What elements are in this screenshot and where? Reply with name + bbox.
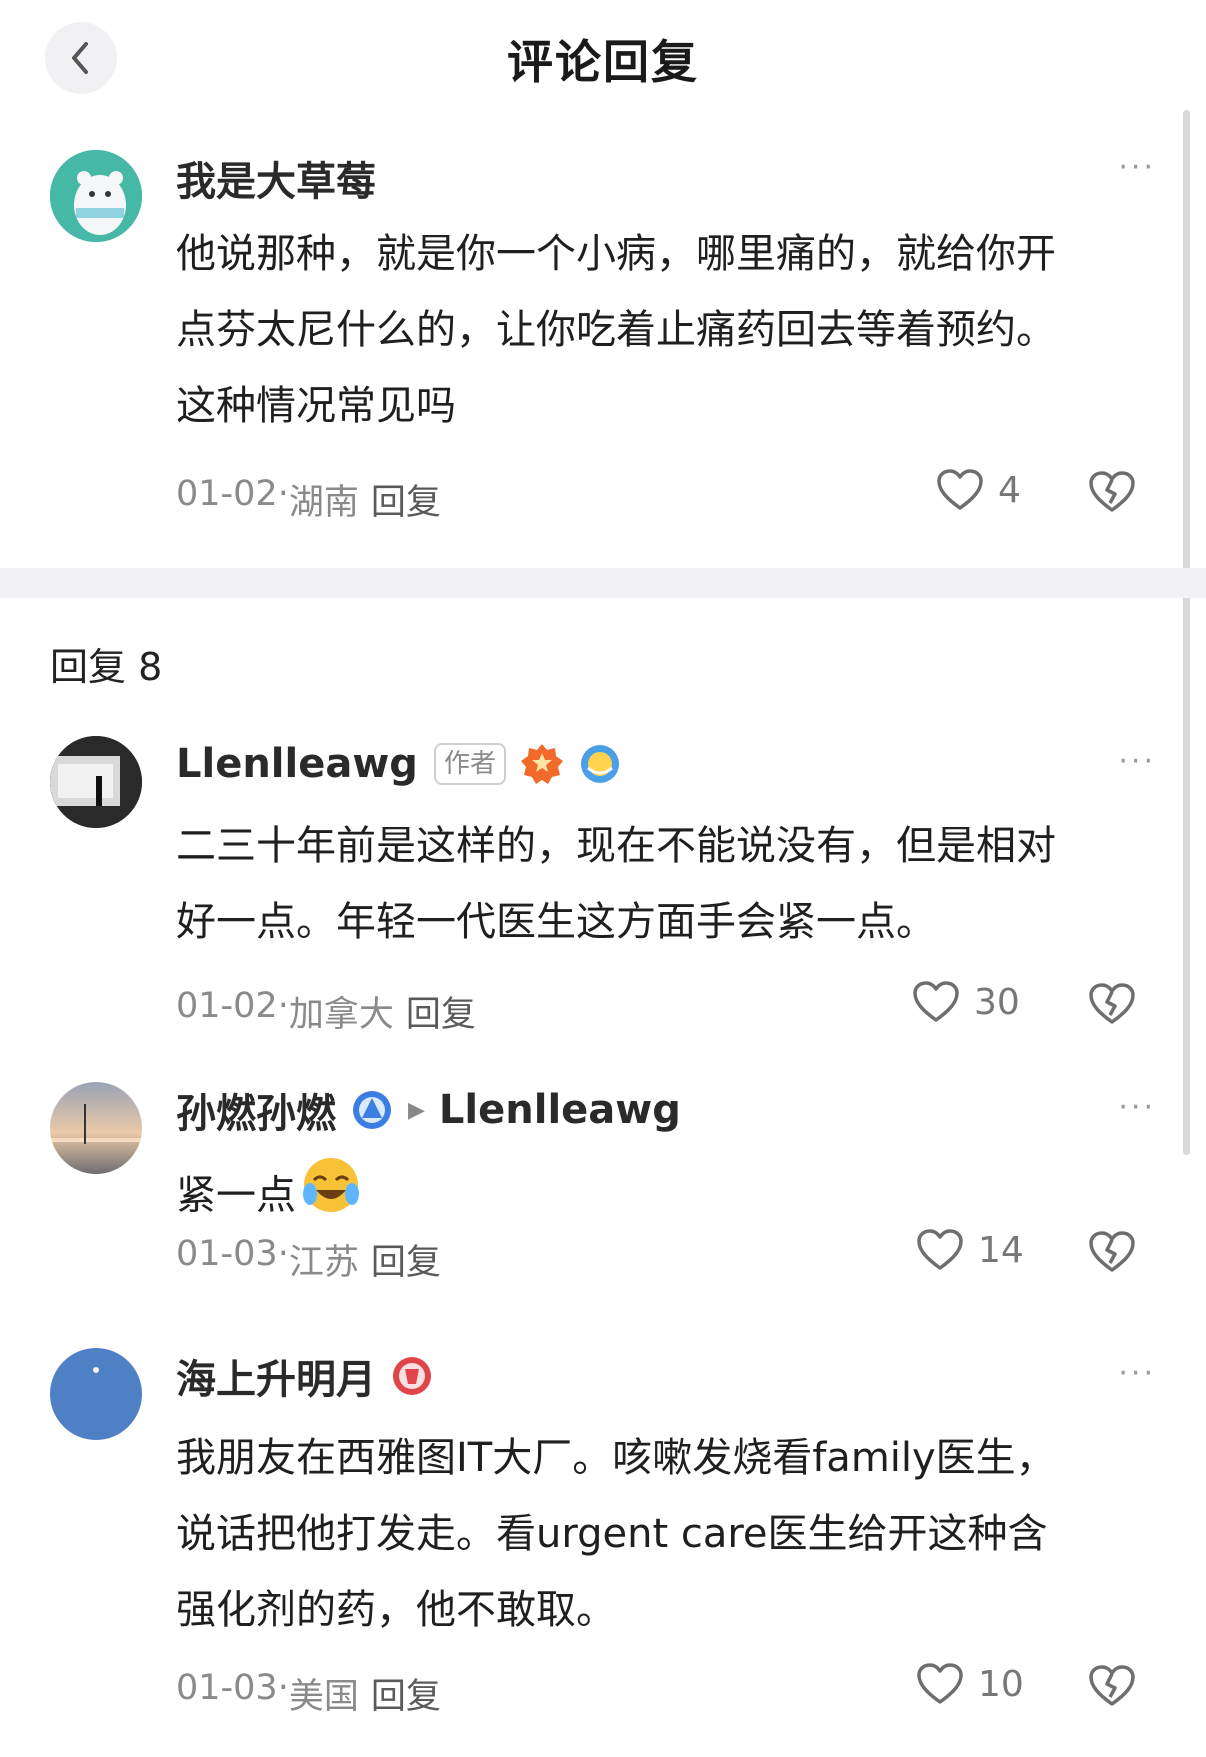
- reply-button[interactable]: 回复: [371, 474, 441, 525]
- reply-button[interactable]: 回复: [371, 1234, 441, 1285]
- dislike-button[interactable]: [1088, 1664, 1136, 1712]
- heart-icon: [917, 1663, 963, 1704]
- like-button[interactable]: 30: [912, 980, 1020, 1024]
- comment-line: 他说那种，就是你一个小病，哪里痛的，就给你开: [176, 231, 1056, 277]
- avatar[interactable]: [50, 736, 142, 828]
- reply-button[interactable]: 回复: [406, 986, 476, 1037]
- broken-heart-icon: [1089, 983, 1135, 1024]
- heart-icon: [937, 469, 983, 510]
- avatar[interactable]: [50, 1348, 142, 1440]
- name-row: Llenlleawg 作者: [176, 736, 622, 792]
- like-count: 30: [974, 981, 1020, 1023]
- photo-avatar-icon: [50, 736, 142, 828]
- heart-icon: [917, 1229, 963, 1270]
- name-row: 孙燃孙燃 ▶ Llenlleawg: [176, 1082, 681, 1138]
- comment-line: 我朋友在西雅图IT大厂。咳嗽发烧看family医生，: [176, 1435, 1056, 1481]
- comment-line: 说话把他打发走。看urgent care医生给开这种含: [176, 1511, 1048, 1557]
- author-tag: 作者: [433, 743, 506, 785]
- broken-heart-icon: [1089, 1665, 1135, 1706]
- red-badge-icon: [390, 1354, 434, 1398]
- more-options-icon[interactable]: ···: [1118, 1090, 1156, 1125]
- broken-heart-icon: [1089, 471, 1135, 512]
- username[interactable]: 海上升明月: [176, 1347, 376, 1405]
- moon-sky-avatar-icon: [50, 1348, 142, 1440]
- comment-line: 这种情况常见吗: [176, 383, 456, 429]
- like-button[interactable]: 14: [916, 1228, 1024, 1272]
- more-options-icon[interactable]: ···: [1118, 150, 1156, 185]
- avatar[interactable]: [50, 1082, 142, 1174]
- like-button[interactable]: 4: [936, 468, 1021, 512]
- star-badge-icon: [520, 742, 564, 786]
- dislike-button[interactable]: [1088, 470, 1136, 518]
- dislike-button[interactable]: [1088, 1230, 1136, 1278]
- comment-line: 二三十年前是这样的，现在不能说没有，但是相对: [176, 823, 1056, 869]
- more-options-icon[interactable]: ···: [1118, 744, 1156, 779]
- comment-date: 01-03: [176, 1668, 278, 1708]
- comment-location: 湖南: [288, 483, 359, 523]
- username[interactable]: Llenlleawg: [176, 741, 418, 787]
- comment-line: 好一点。年轻一代医生这方面手会紧一点。: [176, 899, 936, 945]
- dislike-button[interactable]: [1088, 982, 1136, 1030]
- scrollbar[interactable]: [1183, 110, 1190, 1155]
- comment-location: 江苏: [288, 1243, 359, 1283]
- like-count: 4: [998, 469, 1021, 511]
- page-title: 评论回复: [507, 35, 699, 89]
- meta-separator: ·: [277, 1234, 289, 1274]
- comment-line: 强化剂的药，他不敢取。: [176, 1587, 616, 1633]
- more-options-icon[interactable]: ···: [1118, 1356, 1156, 1391]
- comment-meta: 01-03 · 江苏 回复: [176, 1234, 441, 1285]
- comment-date: 01-02: [176, 986, 278, 1026]
- comment-line: 紧一点: [176, 1172, 296, 1219]
- meta-separator: ·: [277, 1668, 289, 1708]
- name-row: 我是大草莓: [176, 150, 376, 206]
- section-divider: [0, 568, 1206, 598]
- polar-bear-avatar-icon: [50, 150, 142, 242]
- comment-text: 我朋友在西雅图IT大厂。咳嗽发烧看family医生， 说话把他打发走。看urge…: [176, 1420, 1161, 1648]
- reply-to-username[interactable]: Llenlleawg: [439, 1087, 681, 1133]
- level-badge-icon: [578, 742, 622, 786]
- comment-location: 加拿大: [288, 995, 394, 1035]
- like-button[interactable]: 10: [916, 1662, 1024, 1706]
- comment-line: 点芬太尼什么的，让你吃着止痛药回去等着预约。: [176, 307, 1056, 353]
- username[interactable]: 我是大草莓: [176, 149, 376, 207]
- comment-text: 二三十年前是这样的，现在不能说没有，但是相对 好一点。年轻一代医生这方面手会紧一…: [176, 808, 1161, 960]
- comment-date: 01-02: [176, 474, 278, 514]
- level-badge-icon: [350, 1088, 394, 1132]
- meta-separator: ·: [277, 986, 289, 1026]
- reply-arrow-icon: ▶: [408, 1097, 425, 1123]
- username[interactable]: 孙燃孙燃: [176, 1081, 336, 1139]
- meta-separator: ·: [277, 474, 289, 514]
- comment-location: 美国: [288, 1677, 359, 1717]
- sunset-avatar-icon: [50, 1082, 142, 1174]
- broken-heart-icon: [1089, 1231, 1135, 1272]
- laughing-crying-emoji-icon: [300, 1154, 362, 1241]
- heart-icon: [913, 981, 959, 1022]
- comment-meta: 01-02 · 湖南 回复: [176, 474, 441, 525]
- avatar[interactable]: [50, 150, 142, 242]
- header: 评论回复: [0, 0, 1206, 110]
- comment-date: 01-03: [176, 1234, 278, 1274]
- comment-text: 他说那种，就是你一个小病，哪里痛的，就给你开 点芬太尼什么的，让你吃着止痛药回去…: [176, 216, 1161, 444]
- comment-meta: 01-03 · 美国 回复: [176, 1668, 441, 1719]
- replies-count: 回复 8: [50, 645, 163, 689]
- comment-meta: 01-02 · 加拿大 回复: [176, 986, 476, 1037]
- like-count: 10: [978, 1663, 1024, 1705]
- reply-button[interactable]: 回复: [371, 1668, 441, 1719]
- like-count: 14: [978, 1229, 1024, 1271]
- name-row: 海上升明月: [176, 1348, 434, 1404]
